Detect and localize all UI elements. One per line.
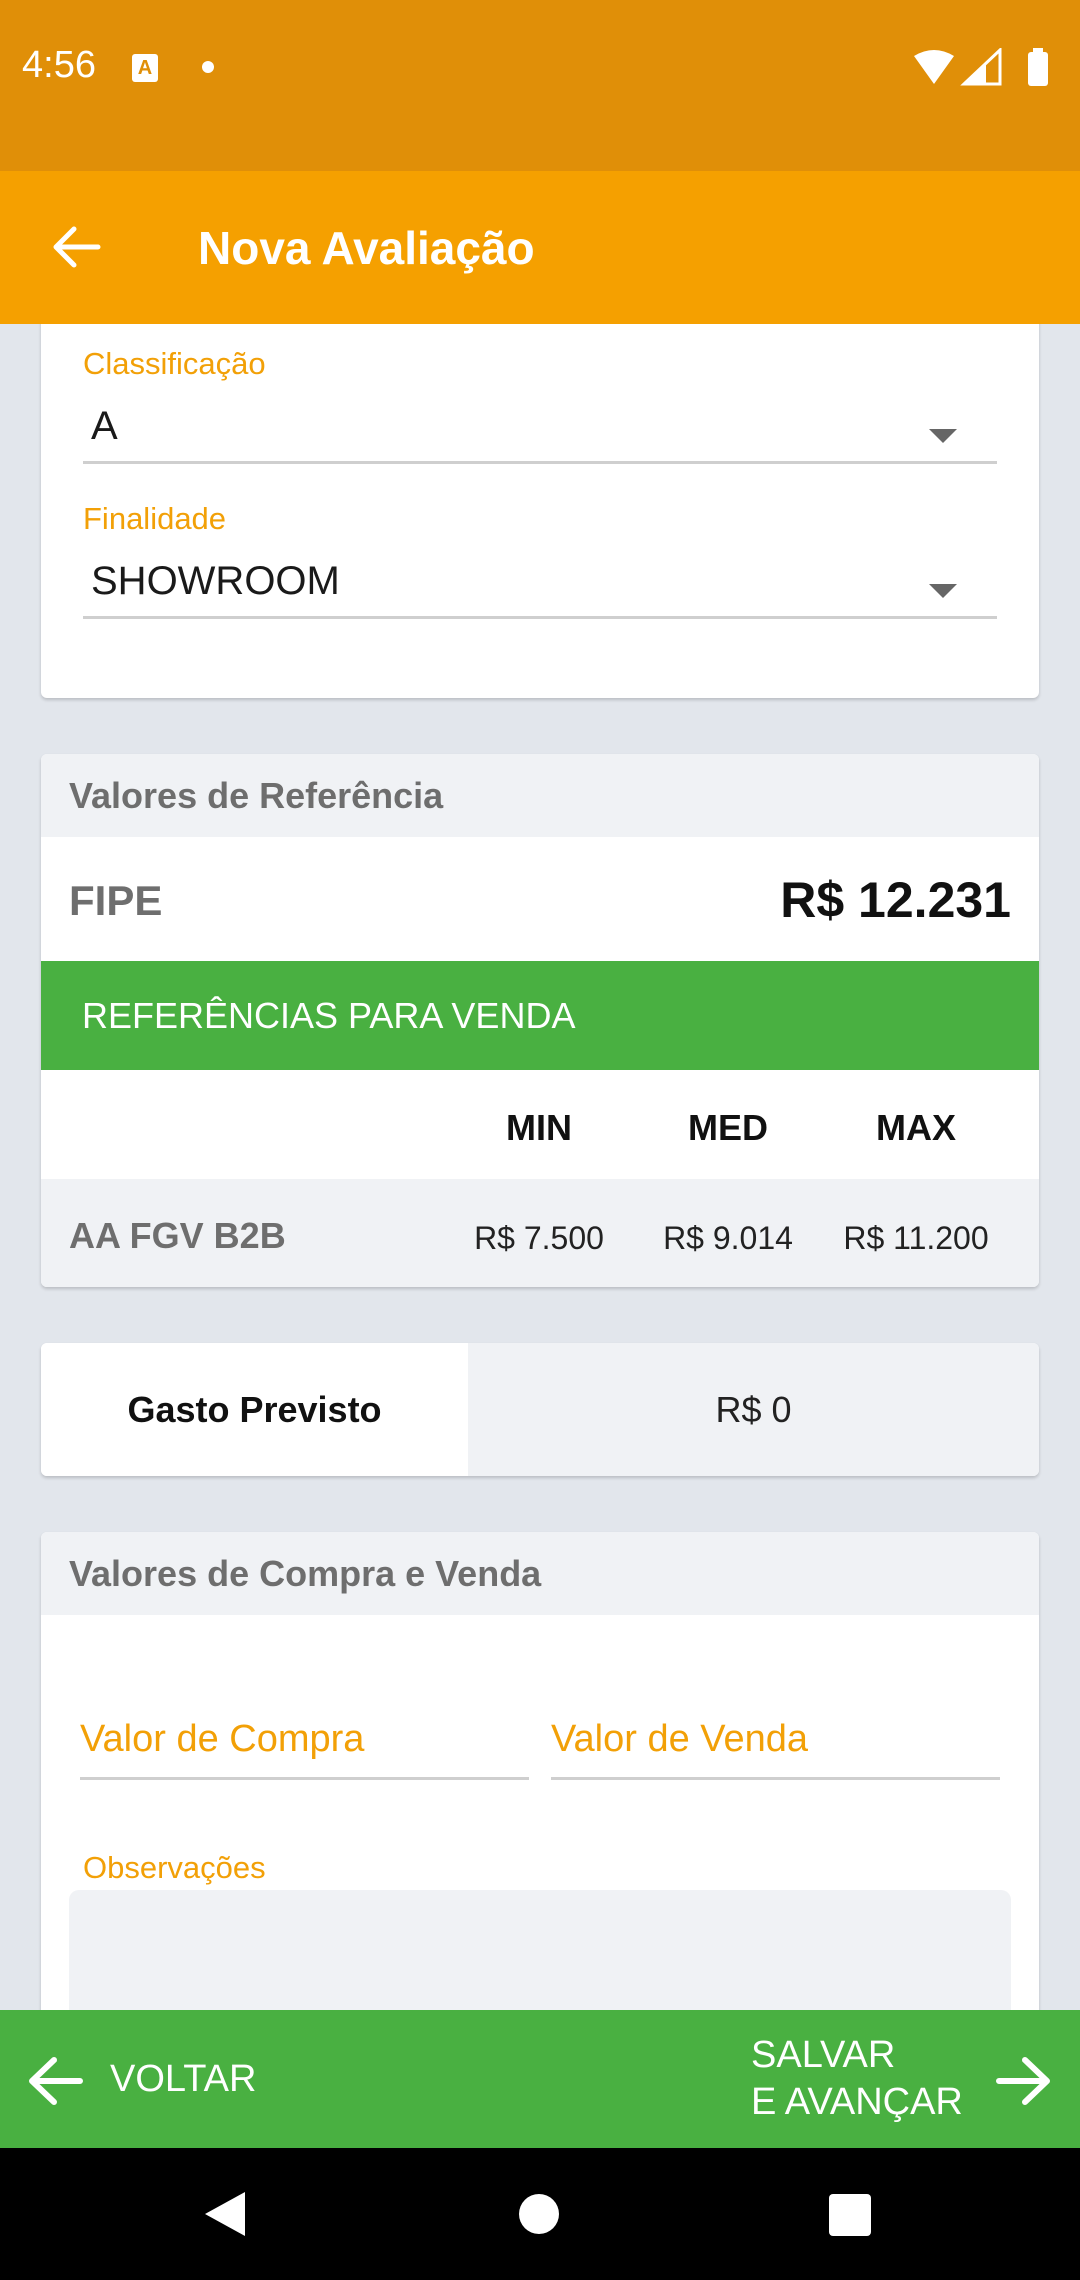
screen: 4:56 A Nova Avaliação Classificação A Fi… [0,0,1080,2280]
status-bar: 4:56 A [0,0,1080,171]
save-and-continue-label[interactable]: SALVAR E AVANÇAR [751,2032,981,2126]
observations-textarea[interactable] [69,1890,1011,2010]
reference-values-header: Valores de Referência [41,754,1039,837]
voltar-label[interactable]: VOLTAR [110,2058,256,2101]
page-title: Nova Avaliação [198,222,535,274]
finalidade-label: Finalidade [83,501,227,536]
save-label-line1[interactable]: SALVAR [751,2032,981,2079]
notification-a-icon: A [132,54,158,82]
finalidade-value[interactable]: SHOWROOM [91,559,340,604]
nav-recents-icon[interactable] [829,2194,871,2236]
sale-value-underline [551,1777,1000,1780]
purchase-value-underline [80,1777,529,1780]
app-bar: Nova Avaliação [0,171,1080,324]
reference-column-headers: MIN MED MAX [41,1070,1039,1179]
status-icons [914,48,1048,86]
reference-min-value: R$ 7.500 [474,1220,604,1256]
arrow-left-icon[interactable] [26,2052,84,2110]
arrow-right-icon[interactable] [995,2052,1053,2110]
fipe-row: FIPE R$ 12.231 [41,837,1039,961]
sale-value-placeholder[interactable]: Valor de Venda [551,1718,808,1761]
fipe-label: FIPE [69,877,163,924]
nav-back-icon[interactable] [203,2190,247,2238]
finalidade-dropdown-icon[interactable] [929,584,957,598]
column-med: MED [688,1107,768,1148]
reference-med-value: R$ 9.014 [663,1220,793,1256]
classificacao-label: Classificação [83,346,266,381]
expected-cost-card[interactable]: Gasto Previsto R$ 0 [41,1343,1039,1476]
back-arrow-icon[interactable] [50,221,102,273]
expected-cost-label: Gasto Previsto [41,1343,468,1476]
buy-sell-values-card: Valores de Compra e Venda Valor de Compr… [41,1532,1039,2010]
notification-dot-icon [202,61,214,73]
table-row: AA FGV B2B R$ 7.500 R$ 9.014 R$ 11.200 [41,1179,1039,1287]
column-max: MAX [876,1107,956,1148]
sale-references-title: REFERÊNCIAS PARA VENDA [41,961,1039,1070]
battery-tip [1033,48,1043,53]
status-time: 4:56 [22,44,96,86]
system-nav-bar [0,2148,1080,2280]
classificacao-underline [83,461,997,464]
column-min: MIN [506,1107,572,1148]
classification-card: Classificação A Finalidade SHOWROOM [41,324,1039,698]
expected-cost-value: R$ 0 [468,1343,1039,1476]
nav-home-icon[interactable] [519,2194,559,2234]
reference-source-label: AA FGV B2B [69,1215,286,1256]
buy-sell-values-header: Valores de Compra e Venda [41,1532,1039,1615]
reference-max-value: R$ 11.200 [843,1220,989,1256]
finalidade-underline [83,616,997,619]
observations-label: Observações [83,1850,266,1885]
reference-values-card: Valores de Referência FIPE R$ 12.231 REF… [41,754,1039,1287]
bottom-action-bar: VOLTAR SALVAR E AVANÇAR [0,2010,1080,2148]
fipe-value: R$ 12.231 [780,872,1011,928]
battery-icon [1028,52,1048,86]
wifi-icon [914,50,954,84]
save-label-line2[interactable]: E AVANÇAR [751,2079,981,2126]
content-scroll[interactable]: Classificação A Finalidade SHOWROOM Valo… [0,324,1080,2010]
purchase-value-placeholder[interactable]: Valor de Compra [80,1718,364,1761]
classificacao-dropdown-icon[interactable] [929,429,957,443]
classificacao-value[interactable]: A [91,404,118,449]
